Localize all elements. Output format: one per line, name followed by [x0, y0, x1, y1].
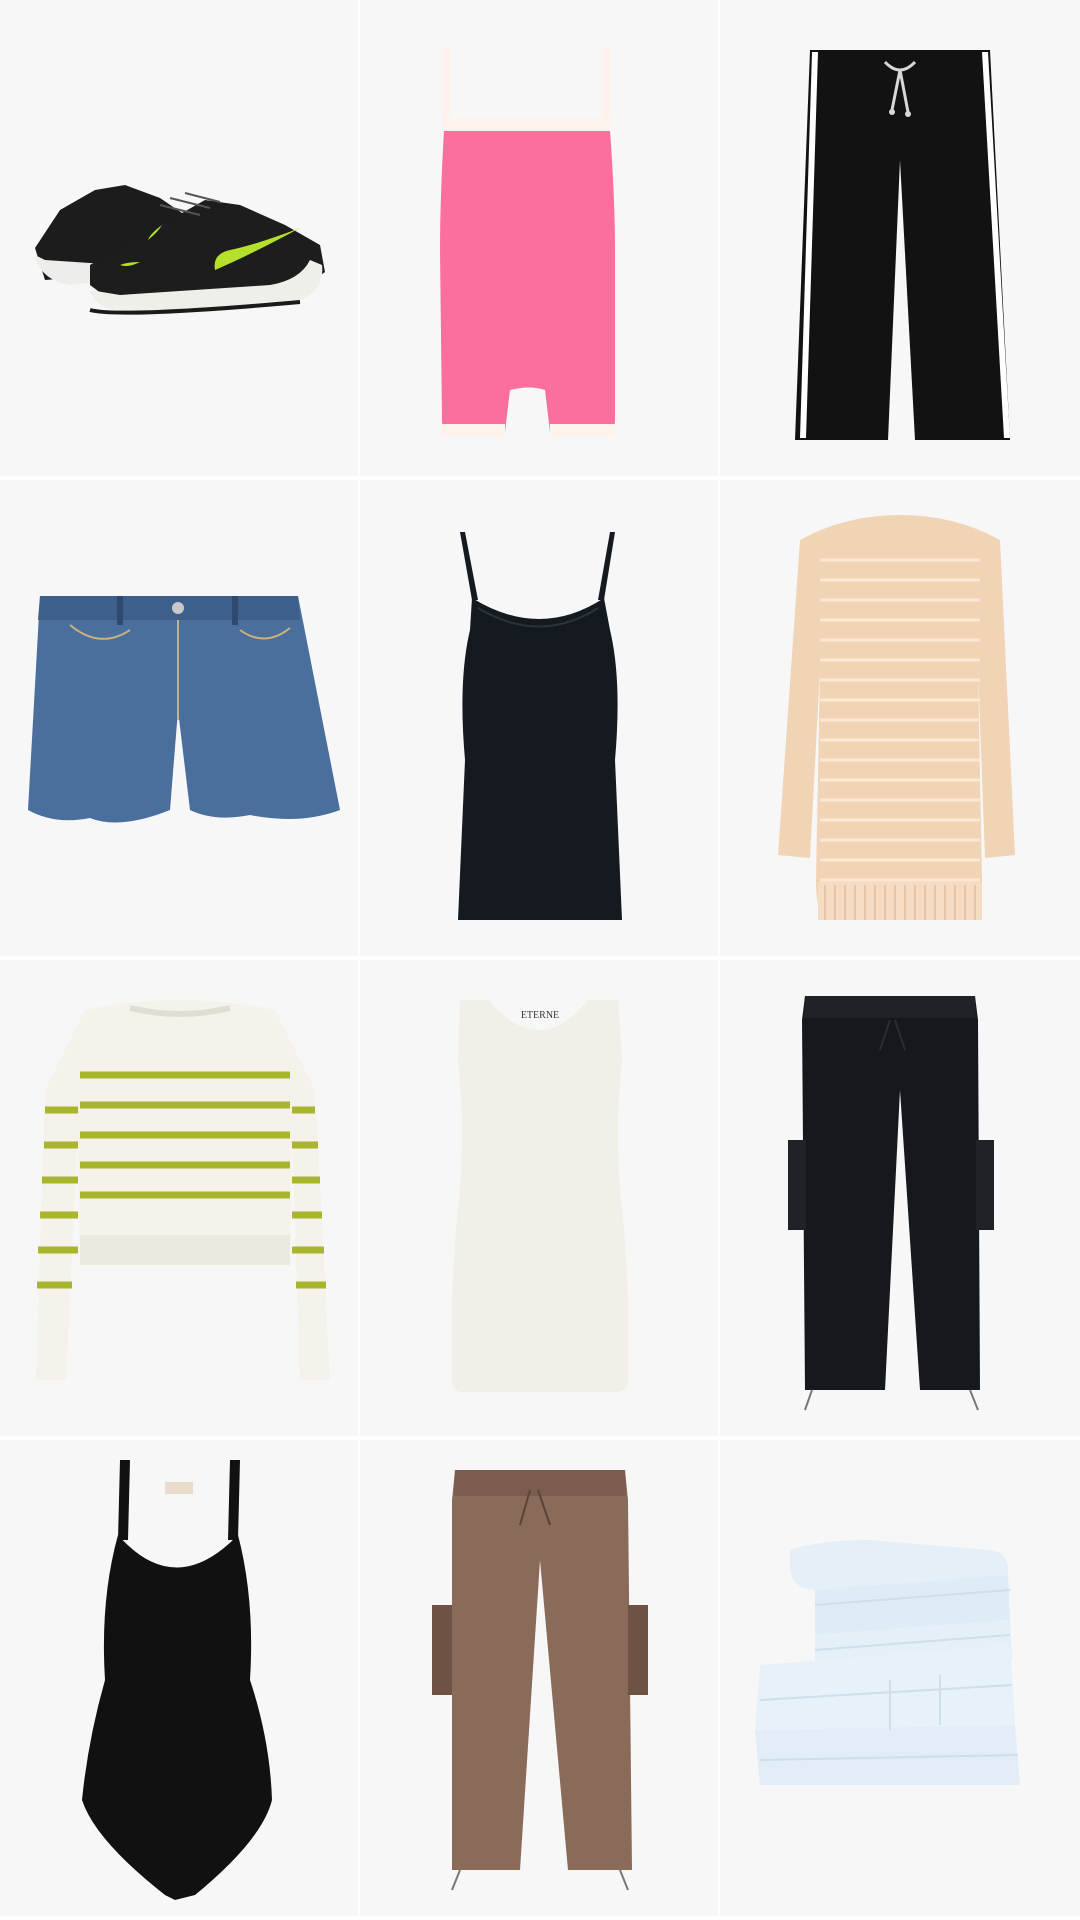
product-tile-track-pants[interactable] — [720, 0, 1080, 476]
product-tile-brown-joggers[interactable] — [360, 1440, 720, 1916]
sneaker-icon — [35, 185, 325, 315]
product-tile-sneakers[interactable] — [0, 0, 360, 476]
cargo-pants-icon — [788, 996, 994, 1411]
tank-top-icon — [458, 532, 622, 920]
product-grid: ETERNE — [0, 0, 1080, 1920]
product-tile-black-joggers[interactable] — [720, 960, 1080, 1436]
product-tile-pink-romper[interactable] — [360, 0, 720, 476]
brand-label: ETERNE — [521, 1010, 559, 1021]
product-tile-black-bodysuit[interactable] — [0, 1440, 360, 1916]
track-pants-icon — [795, 50, 1010, 440]
dress-icon — [778, 515, 1015, 920]
product-tile-striped-sweater[interactable] — [0, 960, 360, 1436]
product-tile-white-tank[interactable]: ETERNE — [360, 960, 720, 1436]
shorts-icon — [28, 596, 340, 823]
towel-stack-icon — [755, 1540, 1020, 1785]
product-tile-knit-dress[interactable] — [720, 480, 1080, 956]
sweater-icon — [36, 1000, 330, 1380]
bodysuit-icon — [82, 1460, 272, 1900]
product-tile-towels[interactable] — [720, 1440, 1080, 1916]
tank-top-icon: ETERNE — [452, 1000, 628, 1392]
romper-icon — [440, 48, 615, 436]
brand-tag — [165, 1482, 193, 1494]
product-tile-black-tank[interactable] — [360, 480, 720, 956]
product-tile-denim-shorts[interactable] — [0, 480, 360, 956]
cargo-pants-icon — [432, 1470, 648, 1891]
